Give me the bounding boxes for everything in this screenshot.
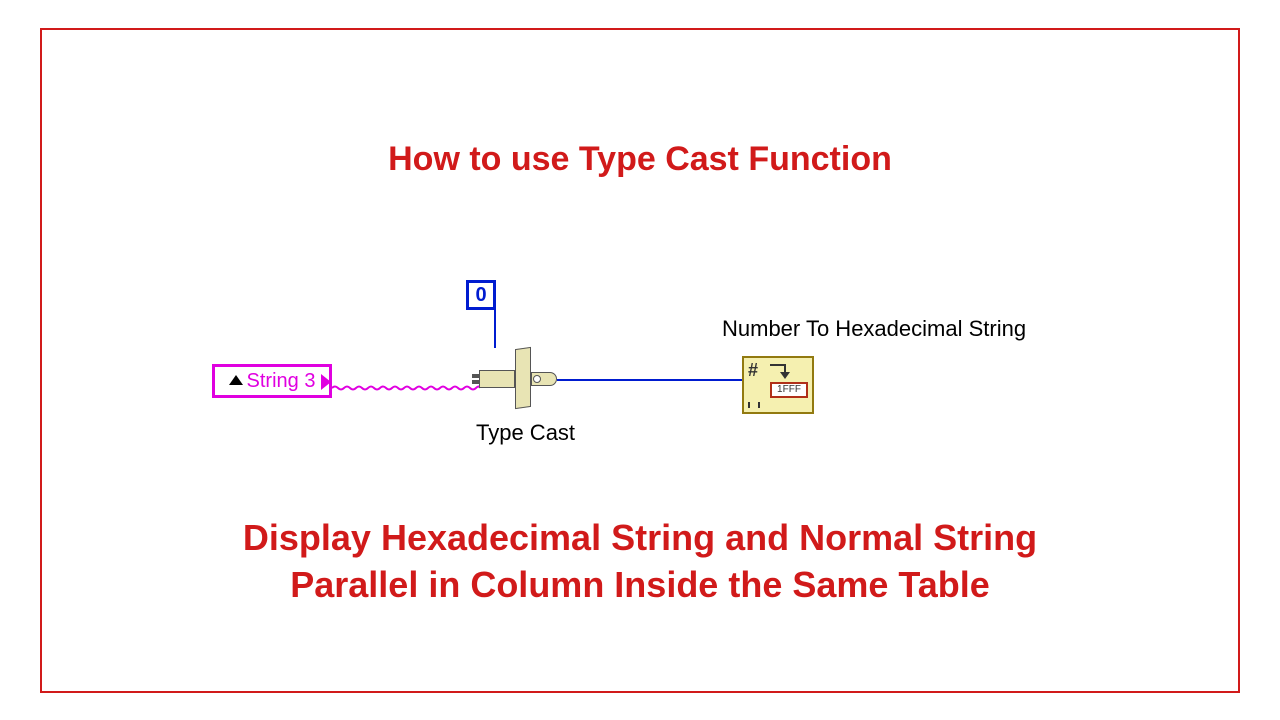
typecast-input-plug-icon [479,370,515,388]
subtitle-line-2: Parallel in Column Inside the Same Table [290,564,990,605]
slide-subtitle: Display Hexadecimal String and Normal St… [42,515,1238,609]
numeric-wire-horizontal [557,379,742,381]
string-control-label: String 3 [247,370,316,393]
typecast-label: Type Cast [476,420,575,446]
string-control-terminal: String 3 [212,364,332,398]
output-terminal-icon [748,402,760,408]
typecast-node [487,348,557,408]
convert-arrow-icon [770,364,790,380]
number-to-hex-string-node: # 1FFF [742,356,814,414]
slide-frame: How to use Type Cast Function String 3 0… [40,28,1240,693]
typecast-body-icon [515,347,531,409]
hex-node-label: Number To Hexadecimal String [722,316,1026,342]
typecast-socket-icon [533,375,541,383]
numeric-constant: 0 [466,280,496,310]
string-wire [332,378,480,384]
hex-sample-box: 1FFF [770,382,808,398]
local-variable-icon [229,375,243,385]
numeric-wire-vertical [494,310,496,348]
subtitle-line-1: Display Hexadecimal String and Normal St… [243,517,1037,558]
terminal-output-triangle-icon [321,374,331,390]
block-diagram: String 3 0 Type Cast Number To Hexadecim… [212,280,1072,480]
slide-title: How to use Type Cast Function [42,140,1238,179]
hash-icon: # [748,360,758,381]
